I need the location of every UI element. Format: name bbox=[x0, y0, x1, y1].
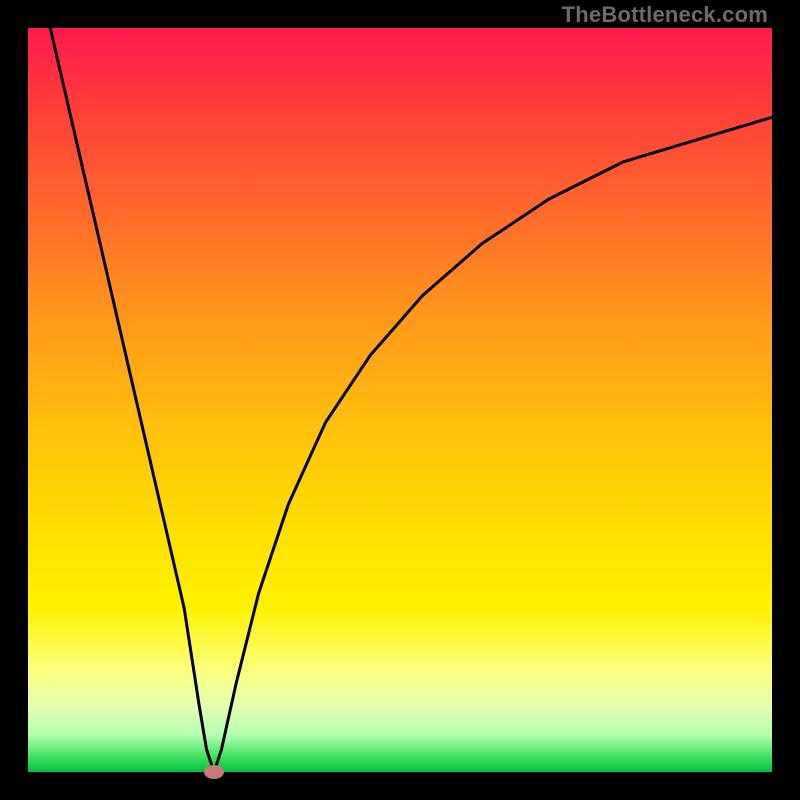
chart-frame: TheBottleneck.com bbox=[0, 0, 800, 800]
plot-area bbox=[28, 28, 772, 772]
watermark-text: TheBottleneck.com bbox=[562, 2, 768, 28]
optimal-marker bbox=[204, 765, 224, 779]
bottleneck-curve bbox=[50, 28, 772, 772]
curve-svg bbox=[28, 28, 772, 772]
